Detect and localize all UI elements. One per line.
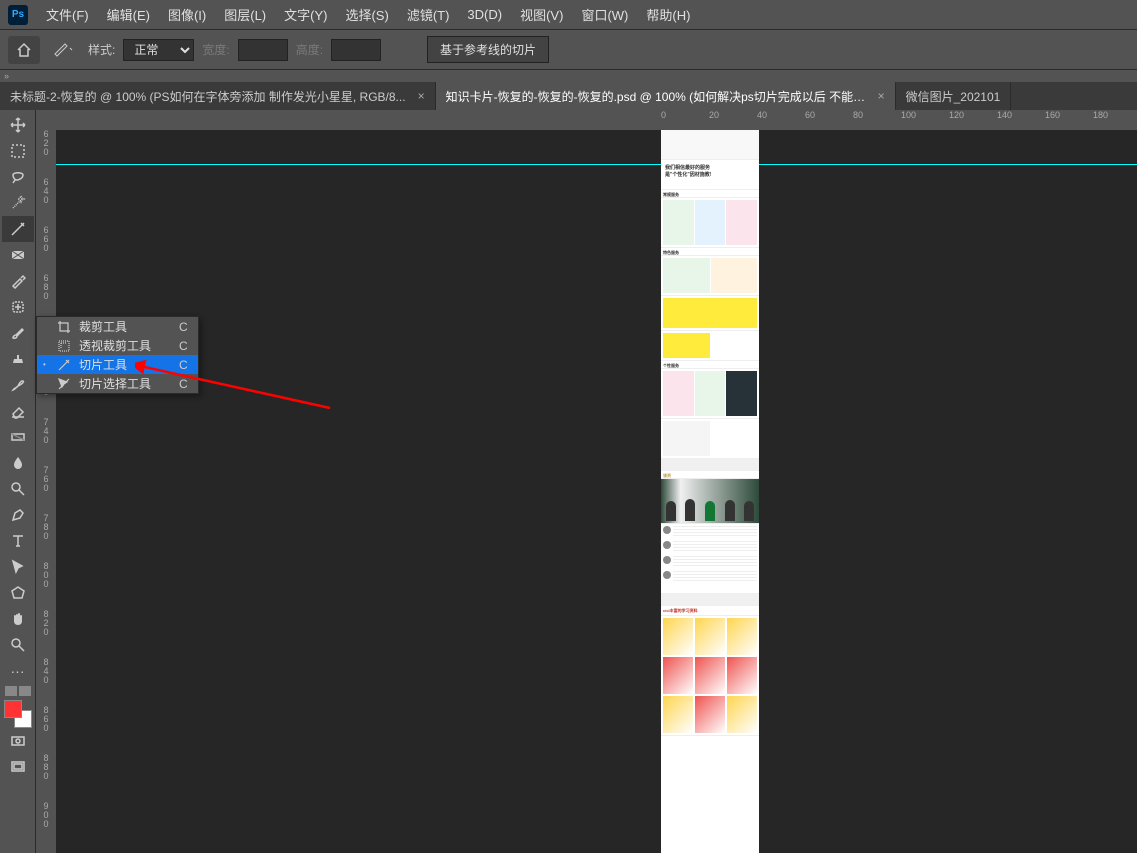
flyout-item-slice[interactable]: • 切片工具 C — [37, 355, 198, 374]
flyout-shortcut: C — [179, 320, 188, 334]
edit-toolbar[interactable]: ··· — [2, 658, 34, 684]
flyout-label: 切片选择工具 — [79, 375, 151, 392]
healing-brush-tool[interactable] — [2, 294, 34, 320]
home-button[interactable] — [8, 36, 40, 64]
history-brush-tool[interactable] — [2, 372, 34, 398]
brush-tool[interactable] — [2, 320, 34, 346]
menu-select[interactable]: 选择(S) — [337, 1, 396, 28]
lasso-tool[interactable] — [2, 164, 34, 190]
crop-icon — [57, 320, 71, 334]
flyout-item-crop[interactable]: 裁剪工具 C — [37, 317, 198, 336]
menu-type[interactable]: 文字(Y) — [276, 1, 335, 28]
menu-window[interactable]: 窗口(W) — [573, 1, 636, 28]
height-label: 高度: — [296, 41, 323, 58]
width-input[interactable] — [238, 39, 288, 61]
blur-tool[interactable] — [2, 450, 34, 476]
tools-panel: ··· — [0, 110, 36, 853]
close-icon[interactable]: × — [418, 89, 425, 103]
panel-expand-handle[interactable]: » — [0, 70, 1137, 82]
slice-select-icon — [57, 377, 71, 391]
color-swatches[interactable] — [4, 700, 32, 728]
document-tab[interactable]: 知识卡片-恢复的-恢复的-恢复的.psd @ 100% (如何解决ps切片完成以… — [436, 82, 896, 110]
slice-tool[interactable] — [2, 216, 34, 242]
tool-preset-icon[interactable] — [48, 40, 80, 60]
options-bar: 样式: 正常 宽度: 高度: 基于参考线的切片 — [0, 30, 1137, 70]
menu-image[interactable]: 图像(I) — [160, 1, 214, 28]
menu-3d[interactable]: 3D(D) — [459, 3, 510, 26]
horizontal-guide[interactable] — [56, 164, 1137, 165]
horizontal-ruler[interactable]: 020406080100120140160180 — [56, 110, 1137, 130]
perspective-crop-icon — [57, 339, 71, 353]
document-content: 我们相信最好的服务是"个性化"因材施教! 常规服务 特色服务 个性服务 课资 c… — [661, 130, 759, 853]
marquee-tool[interactable] — [2, 138, 34, 164]
tab-title: 微信图片_202101 — [906, 88, 1001, 105]
zoom-tool[interactable] — [2, 632, 34, 658]
close-icon[interactable]: × — [878, 89, 885, 103]
gradient-tool[interactable] — [2, 424, 34, 450]
flyout-label: 切片工具 — [79, 356, 151, 373]
clone-stamp-tool[interactable] — [2, 346, 34, 372]
flyout-label: 透视裁剪工具 — [79, 337, 151, 354]
slice-from-guides-button[interactable]: 基于参考线的切片 — [427, 36, 549, 63]
tab-title: 未标题-2-恢复的 @ 100% (PS如何在字体旁添加 制作发光小星星, RG… — [10, 88, 406, 105]
color-swap-icons[interactable] — [5, 686, 31, 696]
flyout-label: 裁剪工具 — [79, 318, 151, 335]
selected-indicator: • — [43, 360, 49, 369]
flyout-shortcut: C — [179, 339, 188, 353]
crop-tool-flyout: 裁剪工具 C 透视裁剪工具 C • 切片工具 C 切片选择工具 C — [36, 316, 199, 394]
path-selection-tool[interactable] — [2, 554, 34, 580]
menu-filter[interactable]: 滤镜(T) — [399, 1, 458, 28]
slice-icon — [57, 358, 71, 372]
shape-tool[interactable] — [2, 580, 34, 606]
app-logo: Ps — [8, 5, 28, 25]
screen-mode-tool[interactable] — [2, 754, 34, 780]
style-label: 样式: — [88, 41, 115, 58]
style-select[interactable]: 正常 — [123, 39, 194, 61]
move-tool[interactable] — [2, 112, 34, 138]
width-label: 宽度: — [202, 41, 229, 58]
tab-title: 知识卡片-恢复的-恢复的-恢复的.psd @ 100% (如何解决ps切片完成以… — [446, 88, 866, 105]
type-tool[interactable] — [2, 528, 34, 554]
menu-bar: Ps 文件(F) 编辑(E) 图像(I) 图层(L) 文字(Y) 选择(S) 滤… — [0, 0, 1137, 30]
quick-mask-tool[interactable] — [2, 728, 34, 754]
foreground-color[interactable] — [4, 700, 22, 718]
document-tab[interactable]: 微信图片_202101 — [896, 82, 1012, 110]
menu-layer[interactable]: 图层(L) — [216, 1, 274, 28]
dodge-tool[interactable] — [2, 476, 34, 502]
height-input[interactable] — [331, 39, 381, 61]
flyout-item-slice-select[interactable]: 切片选择工具 C — [37, 374, 198, 393]
vertical-ruler[interactable]: 6206406606807007207407607808008208408608… — [36, 110, 56, 853]
menu-file[interactable]: 文件(F) — [38, 1, 97, 28]
eyedropper-tool[interactable] — [2, 268, 34, 294]
menu-edit[interactable]: 编辑(E) — [99, 1, 158, 28]
hand-tool[interactable] — [2, 606, 34, 632]
workspace: ··· 620640660680700720740760780800820840… — [0, 110, 1137, 853]
flyout-shortcut: C — [179, 358, 188, 372]
canvas-area: 020406080100120140160180 我们相信最好的服务是"个性化"… — [56, 110, 1137, 853]
pen-tool[interactable] — [2, 502, 34, 528]
flyout-item-perspective-crop[interactable]: 透视裁剪工具 C — [37, 336, 198, 355]
menu-help[interactable]: 帮助(H) — [638, 1, 698, 28]
document-tabs: 未标题-2-恢复的 @ 100% (PS如何在字体旁添加 制作发光小星星, RG… — [0, 82, 1137, 110]
menu-view[interactable]: 视图(V) — [512, 1, 571, 28]
magic-wand-tool[interactable] — [2, 190, 34, 216]
chevron-right-icon: » — [4, 71, 9, 81]
frame-tool[interactable] — [2, 242, 34, 268]
eraser-tool[interactable] — [2, 398, 34, 424]
canvas-viewport[interactable]: 我们相信最好的服务是"个性化"因材施教! 常规服务 特色服务 个性服务 课资 c… — [56, 130, 1137, 853]
flyout-shortcut: C — [179, 377, 188, 391]
document-tab[interactable]: 未标题-2-恢复的 @ 100% (PS如何在字体旁添加 制作发光小星星, RG… — [0, 82, 436, 110]
